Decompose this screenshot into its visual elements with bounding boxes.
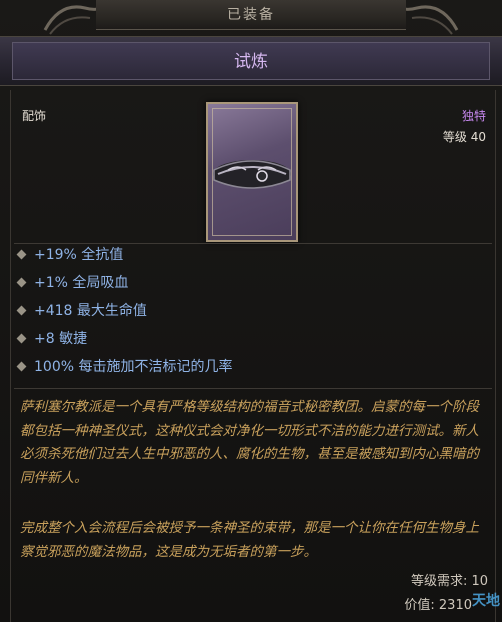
item-level: 等级 40 <box>442 130 486 144</box>
diamond-bullet-icon <box>16 305 27 316</box>
affix-text: +19% 全抗值 <box>34 247 124 263</box>
affix-text: +1% 全局吸血 <box>34 275 129 291</box>
diamond-bullet-icon <box>16 361 27 372</box>
watermark: 天地 <box>472 593 500 609</box>
diamond-bullet-icon <box>16 249 27 260</box>
equipped-header: 已装备 <box>96 0 406 30</box>
item-type: 配饰 <box>22 109 47 123</box>
affix-item: +1% 全局吸血 <box>16 272 232 300</box>
belt-icon <box>213 160 291 189</box>
affix-text: 100% 每击施加不洁标记的几率 <box>34 359 233 375</box>
divider-lore <box>14 388 492 389</box>
lore-text-2: 完成整个入会流程后会被授予一条神圣的束带，那是一个让你在任何生物身上察觉邪恶的魔… <box>20 520 479 560</box>
title-bar: 试炼 <box>0 36 502 86</box>
item-image <box>206 102 298 242</box>
affix-list: +19% 全抗值 +1% 全局吸血 +418 最大生命值 +8 敏捷 100% … <box>16 244 233 384</box>
item-price: 价值: 2310 <box>404 598 472 613</box>
level-requirement: 等级需求: 10 <box>410 574 488 589</box>
item-rarity: 独特 <box>461 109 486 123</box>
affix-item: +19% 全抗值 <box>16 244 232 272</box>
affix-item: +8 敏捷 <box>16 328 232 356</box>
item-tooltip: 已装备 试炼 配饰 独特 等级 40 +19% 全抗值 +1% 全局吸血 +41… <box>0 0 502 622</box>
equipped-label: 已装备 <box>227 7 275 23</box>
item-name: 试炼 <box>12 42 490 80</box>
affix-text: +8 敏捷 <box>34 331 88 347</box>
lore-text-1: 萨利塞尔教派是一个具有严格等级结构的福音式秘密教团。启蒙的每一个阶段都包括一种神… <box>20 399 479 486</box>
diamond-bullet-icon <box>16 277 27 288</box>
affix-item: 100% 每击施加不洁标记的几率 <box>16 356 233 384</box>
affix-text: +418 最大生命值 <box>34 303 147 319</box>
affix-item: +418 最大生命值 <box>16 300 232 328</box>
diamond-bullet-icon <box>16 333 27 344</box>
